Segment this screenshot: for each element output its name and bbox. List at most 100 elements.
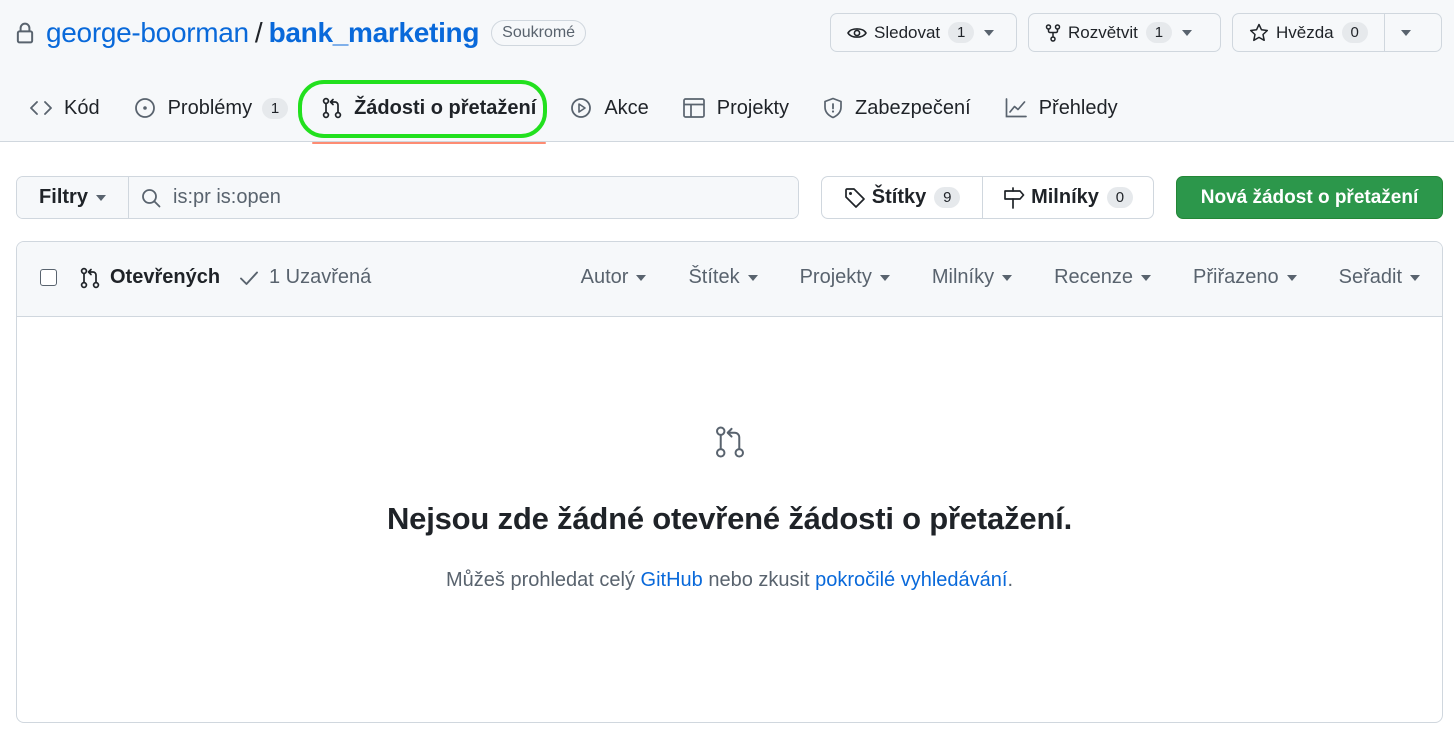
author-menu[interactable]: Autor [581,266,647,289]
chevron-down-icon [747,274,758,281]
eye-icon [847,27,867,38]
menu-label: Milníky [931,266,995,288]
milestones-count: 0 [1106,187,1133,208]
chevron-down-icon [1401,29,1412,36]
star-button[interactable]: Hvězda 0 [1233,14,1384,51]
labels-milestones-group: Štítky 9 Milníky 0 [821,176,1154,219]
git-pull-request-icon [716,426,744,458]
menu-label: Projekty [799,266,872,288]
filters-button[interactable]: Filtry [17,177,129,218]
repo-path-separator: / [254,17,263,48]
check-icon [240,271,258,285]
tab-projects[interactable]: Projekty [669,82,803,134]
blankslate-text: Můžeš prohledat celý [446,569,641,591]
milestone-icon [1004,186,1025,209]
labels-button[interactable]: Štítky 9 [822,177,983,218]
chevron-down-icon [1410,274,1420,281]
tab-insights[interactable]: Přehledy [991,82,1132,134]
blankslate-description: Můžeš prohledat celý GitHub nebo zkusit … [17,569,1442,592]
tab-issues[interactable]: Problémy 1 [120,82,302,134]
repo-header: george-boorman / bank_marketing Soukromé… [0,0,1454,144]
sort-menu[interactable]: Seřadit [1339,266,1420,289]
chevron-down-icon [1286,274,1297,281]
watch-button-group: Sledovat 1 [830,13,1017,52]
github-search-link[interactable]: GitHub [641,569,703,591]
watch-button[interactable]: Sledovat 1 [831,14,1015,51]
advanced-search-link[interactable]: pokročilé vyhledávání [815,569,1007,591]
git-pull-request-icon [80,267,100,288]
tab-code[interactable]: Kód [16,82,114,134]
repo-title: george-boorman / bank_marketing Soukromé [16,14,587,52]
code-icon [30,101,52,115]
closed-filter-link[interactable]: 1 Uzavřená [239,266,371,289]
shield-icon [824,97,842,119]
blankslate-text: nebo zkusit [702,569,816,591]
filters-label: Filtry [39,186,88,208]
chevron-down-icon [636,274,647,281]
milestones-button[interactable]: Milníky 0 [983,177,1153,218]
tag-icon [844,187,865,208]
chevron-down-icon [984,29,995,36]
tab-label: Problémy [167,96,253,119]
issue-opened-icon [134,98,155,118]
tab-label: Akce [604,96,649,119]
tab-pull-requests[interactable]: Žádosti o přetažení [308,82,550,144]
select-all-checkbox[interactable] [40,269,57,286]
repo-tabs: Kód Problémy 1 Žádosti o přetažení Akce … [16,82,1138,144]
closed-label: 1 Uzavřená [269,266,372,288]
projects-menu[interactable]: Projekty [800,266,890,289]
graph-icon [1005,98,1027,118]
git-pull-request-icon [322,97,342,119]
lock-icon [16,22,34,44]
milestones-label: Milníky [1031,186,1099,208]
fork-label: Rozvětvit [1068,22,1138,42]
repo-owner-link[interactable]: george-boorman [46,17,249,49]
star-count: 0 [1341,22,1368,43]
star-icon [1249,23,1269,42]
chevron-down-icon [1141,274,1152,281]
open-label: Otevřených [110,266,221,288]
chevron-down-icon [95,194,106,201]
milestones-menu[interactable]: Milníky [931,266,1013,289]
filters-search-group: Filtry [16,176,799,219]
search-input[interactable] [173,186,773,209]
star-label: Hvězda [1276,22,1334,42]
star-button-group: Hvězda 0 [1232,13,1442,52]
reviews-menu[interactable]: Recenze [1054,266,1152,289]
label-menu[interactable]: Štítek [688,266,758,289]
fork-button-group: Rozvětvit 1 [1028,13,1221,52]
issues-count: 1 [262,97,289,119]
fork-count: 1 [1145,22,1172,43]
blankslate-text: . [1007,569,1013,591]
labels-label: Štítky [871,186,927,208]
blankslate-title: Nejsou zde žádné otevřené žádosti o přet… [386,501,1072,536]
table-icon [682,98,705,118]
visibility-badge: Soukromé [491,20,587,46]
filter-menus: Autor Štítek Projekty Milníky Recenze Př… [539,266,1420,289]
chevron-down-icon [1181,29,1192,36]
menu-label: Autor [580,266,629,288]
tab-label: Žádosti o přetažení [354,96,537,119]
tab-label: Přehledy [1038,96,1118,119]
new-pull-request-button[interactable]: Nová žádost o přetažení [1176,176,1443,219]
menu-label: Recenze [1054,266,1134,288]
open-filter-link[interactable]: Otevřených [80,266,220,289]
tab-label: Zabezpečení [855,96,971,119]
tab-actions[interactable]: Akce [556,82,662,134]
tab-security[interactable]: Zabezpečení [809,82,985,134]
labels-count: 9 [934,187,961,208]
menu-label: Přiřazeno [1193,266,1279,288]
chevron-down-icon [879,274,890,281]
chevron-down-icon [1002,274,1013,281]
menu-label: Seřadit [1338,266,1402,288]
pull-request-list: Otevřených 1 Uzavřená Autor Štítek Proje… [16,241,1443,723]
repo-name-link[interactable]: bank_marketing [269,17,480,49]
play-icon [571,98,592,118]
fork-button[interactable]: Rozvětvit 1 [1029,14,1213,51]
menu-label: Štítek [688,266,740,288]
assignee-menu[interactable]: Přiřazeno [1193,266,1297,289]
repo-forked-icon [1045,23,1061,42]
watch-label: Sledovat [874,22,941,42]
tab-label: Projekty [716,96,790,119]
star-list-dropdown[interactable] [1383,14,1428,51]
